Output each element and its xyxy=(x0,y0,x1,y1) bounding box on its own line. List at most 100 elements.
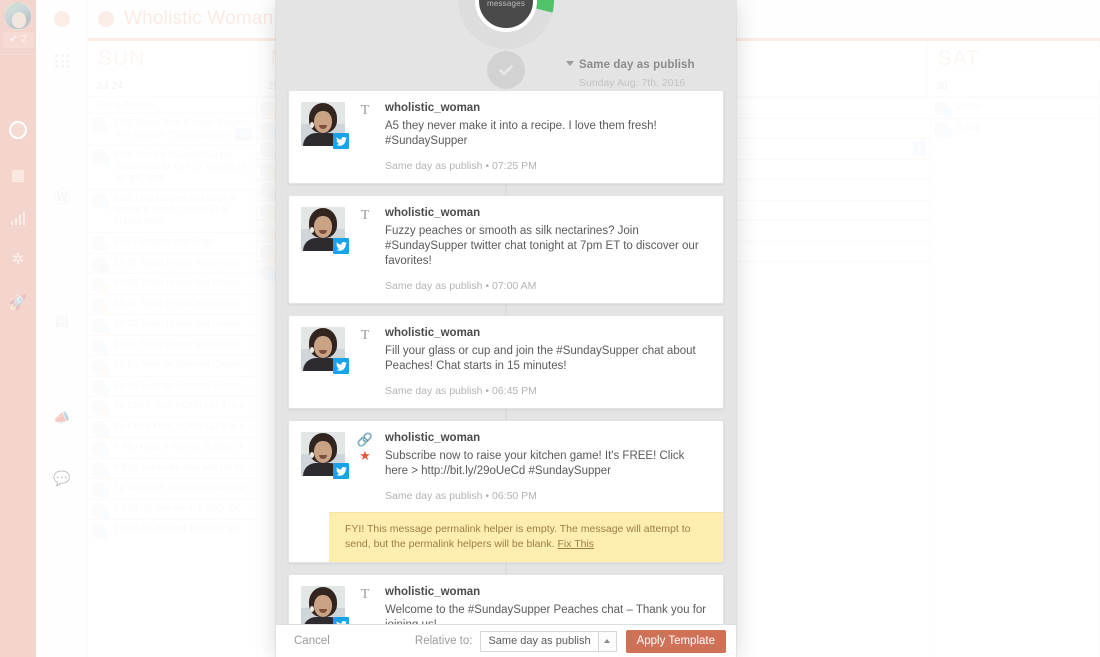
comment-icon: 💬 xyxy=(53,469,71,486)
calendar-column-sun[interactable]: Spring Recipes 1:52 Brown Rice & Lamb Burg… xyxy=(88,97,257,657)
primary-sidebar: ✔ 2 ▦ ✲ 🚀 xyxy=(0,0,36,657)
network-badge-icon xyxy=(100,489,109,498)
calendar-event[interactable]: 10:38 Today is your last chance xyxy=(88,252,256,273)
calendar-event[interactable]: 8:46 Join the #SundaySupper Twitter chat … xyxy=(88,145,256,189)
message-username: wholistic_woman xyxy=(385,432,481,444)
calendar-event[interactable]: 2p It's Time for Summer Cleanin xyxy=(88,375,256,396)
calendar-event[interactable]: 10:38 Today is your last chance xyxy=(88,334,256,355)
fix-this-link[interactable]: Fix This xyxy=(557,538,594,550)
group-title: Same day as publish xyxy=(579,59,695,71)
message-type-icons: T xyxy=(345,327,385,397)
donut-label: messages xyxy=(486,0,526,8)
twitter-icon xyxy=(333,463,349,479)
message-card[interactable]: Twholistic_woman A5 they never make it in… xyxy=(288,90,724,184)
network-badge-icon xyxy=(100,243,109,252)
sidebar-item-settings[interactable]: ✲ xyxy=(0,244,36,274)
calendar-icon: ▦ xyxy=(10,166,26,184)
calendar-event[interactable]: 10:38 Today is your last chance xyxy=(88,273,256,294)
network-badge-icon xyxy=(100,199,109,209)
event-time: 5p xyxy=(114,400,125,410)
calendar-event[interactable]: 5p ONLY ONE HOUR LEFT to s xyxy=(88,396,256,417)
event-text: Today is your last chance xyxy=(140,297,242,308)
calendar-event[interactable]: 9:25 I like burgers and dogs w/ lettuce &… xyxy=(88,188,256,232)
network-badge-icon xyxy=(100,284,109,293)
message-type-icons: T xyxy=(345,207,385,292)
relative-to-dropdown-arrow[interactable] xyxy=(597,630,617,652)
apply-template-modal: messages Same day as publish Sunday Aug.… xyxy=(276,0,736,657)
calendar-event[interactable]: 7:02p A1 Hot dog, because we xyxy=(88,519,256,540)
date-cell-jul24: Jul 24 xyxy=(88,77,260,96)
event-count-badge: 49 xyxy=(234,127,252,141)
twitter-icon xyxy=(333,358,349,374)
event-time: 10:38 xyxy=(114,297,138,308)
calendar-event[interactable]: 5:33p xyxy=(931,117,1099,138)
event-text: It's Time for Summer Cleanin xyxy=(127,379,244,390)
sidebar-item-analytics[interactable] xyxy=(0,203,36,233)
apply-template-button[interactable]: Apply Template xyxy=(625,629,726,653)
network-badge-icon xyxy=(100,448,109,457)
event-text: Today is your last chance xyxy=(140,338,242,349)
avatar[interactable] xyxy=(4,2,32,30)
sidebar-item-calendar-ring[interactable] xyxy=(0,115,36,145)
event-time: 7p xyxy=(114,482,125,492)
event-time: 7:01p xyxy=(114,502,138,513)
calendar-event[interactable]: 6:50p Subscribe now and Let th xyxy=(88,457,256,478)
chevron-down-icon[interactable] xyxy=(566,61,574,67)
event-time: 6:45p xyxy=(114,441,138,451)
twitter-icon xyxy=(333,617,349,624)
calendar-event[interactable]: 10:13 Burgers and Dogs xyxy=(88,232,256,253)
event-text: Today is your last chance xyxy=(140,256,242,267)
message-card[interactable]: Twholistic_woman Welcome to the #SundaySu… xyxy=(288,574,724,624)
relative-to-select[interactable]: Same day as publish xyxy=(480,630,598,652)
message-list[interactable]: Twholistic_woman A5 they never make it in… xyxy=(276,90,736,624)
message-username: wholistic_woman xyxy=(385,207,481,219)
approvals-badge[interactable]: ✔ 2 xyxy=(2,32,34,48)
event-text: ONLY ONE HOUR LEFT to s xyxy=(127,400,244,410)
message-card[interactable]: 🔗 ★ wholistic_woman Subscribe now to raise … xyxy=(288,420,724,563)
event-time: 2p xyxy=(114,379,125,390)
sidebar-item-grid[interactable] xyxy=(36,48,88,74)
event-text: I like burgers and dogs w/ lettuce & tom… xyxy=(114,192,238,226)
page-title: Wholistic Woman xyxy=(124,8,274,29)
network-badge-icon xyxy=(100,345,109,355)
cancel-button[interactable]: Cancel xyxy=(286,631,338,651)
event-time: 2:03p xyxy=(957,101,981,111)
warning-text: FYI! This message permalink helper is em… xyxy=(345,523,691,550)
message-body: wholistic_woman Subscribe now to raise yo… xyxy=(329,432,723,562)
text-icon: T xyxy=(360,103,370,118)
timeline-check-node[interactable] xyxy=(487,51,525,89)
network-badge-icon xyxy=(100,427,109,437)
message-card[interactable]: Twholistic_woman Fuzzy peaches or smooth … xyxy=(288,195,724,304)
sidebar-item-documents[interactable]: ▤ xyxy=(36,307,88,333)
calendar-event[interactable]: 7:01p Q1 You are at a BBQ. Do xyxy=(88,498,256,519)
calendar-event[interactable]: 7p Welcome to the #SundaySup xyxy=(88,478,256,499)
event-time: 10:38 xyxy=(114,338,138,349)
gear-icon: ✲ xyxy=(11,250,25,268)
messages-donut-chart[interactable]: messages xyxy=(458,0,554,49)
calendar-event[interactable]: 1:52 Brown Rice & Lamb Burgers with Spina… xyxy=(88,113,256,145)
message-card[interactable]: Twholistic_woman Fill your glass or cup a… xyxy=(288,315,724,409)
calendar-event[interactable]: 10:38 Today is your last chance xyxy=(88,314,256,335)
sidebar-item-schedule[interactable]: ▦ xyxy=(0,160,36,190)
sidebar-item-conversations[interactable]: 💬 xyxy=(36,465,88,491)
message-meta: Same day as publish • 07:00 AM xyxy=(385,280,537,292)
message-username: wholistic_woman xyxy=(385,102,481,114)
event-text: Join the #SundaySupper Twitter chat at 7… xyxy=(114,149,246,182)
message-avatar-wrap xyxy=(301,102,349,172)
sidebar-item-wordpress[interactable]: Ⓦ xyxy=(36,182,88,208)
message-username: wholistic_woman xyxy=(385,586,481,598)
text-icon: T xyxy=(360,328,370,343)
sidebar-item-campaigns[interactable]: 📣 xyxy=(36,405,88,431)
text-icon: T xyxy=(360,208,370,223)
calendar-column-sat[interactable]: 2:03p 5:33p xyxy=(931,97,1100,657)
calendar-event[interactable]: 6:45p Grab a red cup, a plate, a xyxy=(88,437,256,458)
message-avatar-wrap xyxy=(301,432,349,562)
calendar-event[interactable]: 5p ONLY ONE HOUR LEFT to s xyxy=(88,416,256,437)
calendar-event[interactable]: 10:38 Today is your last chance xyxy=(88,293,256,314)
sidebar-item-launch[interactable]: 🚀 xyxy=(0,287,36,317)
event-time: 1:52 xyxy=(114,117,133,127)
message-group-header[interactable]: Same day as publish Sunday Aug. 7th, 201… xyxy=(566,55,695,89)
network-badge-icon xyxy=(100,325,109,334)
calendar-event[interactable]: 2:03p xyxy=(931,97,1099,118)
calendar-event[interactable]: 2p It's Time for Summer Cleanin xyxy=(88,355,256,376)
